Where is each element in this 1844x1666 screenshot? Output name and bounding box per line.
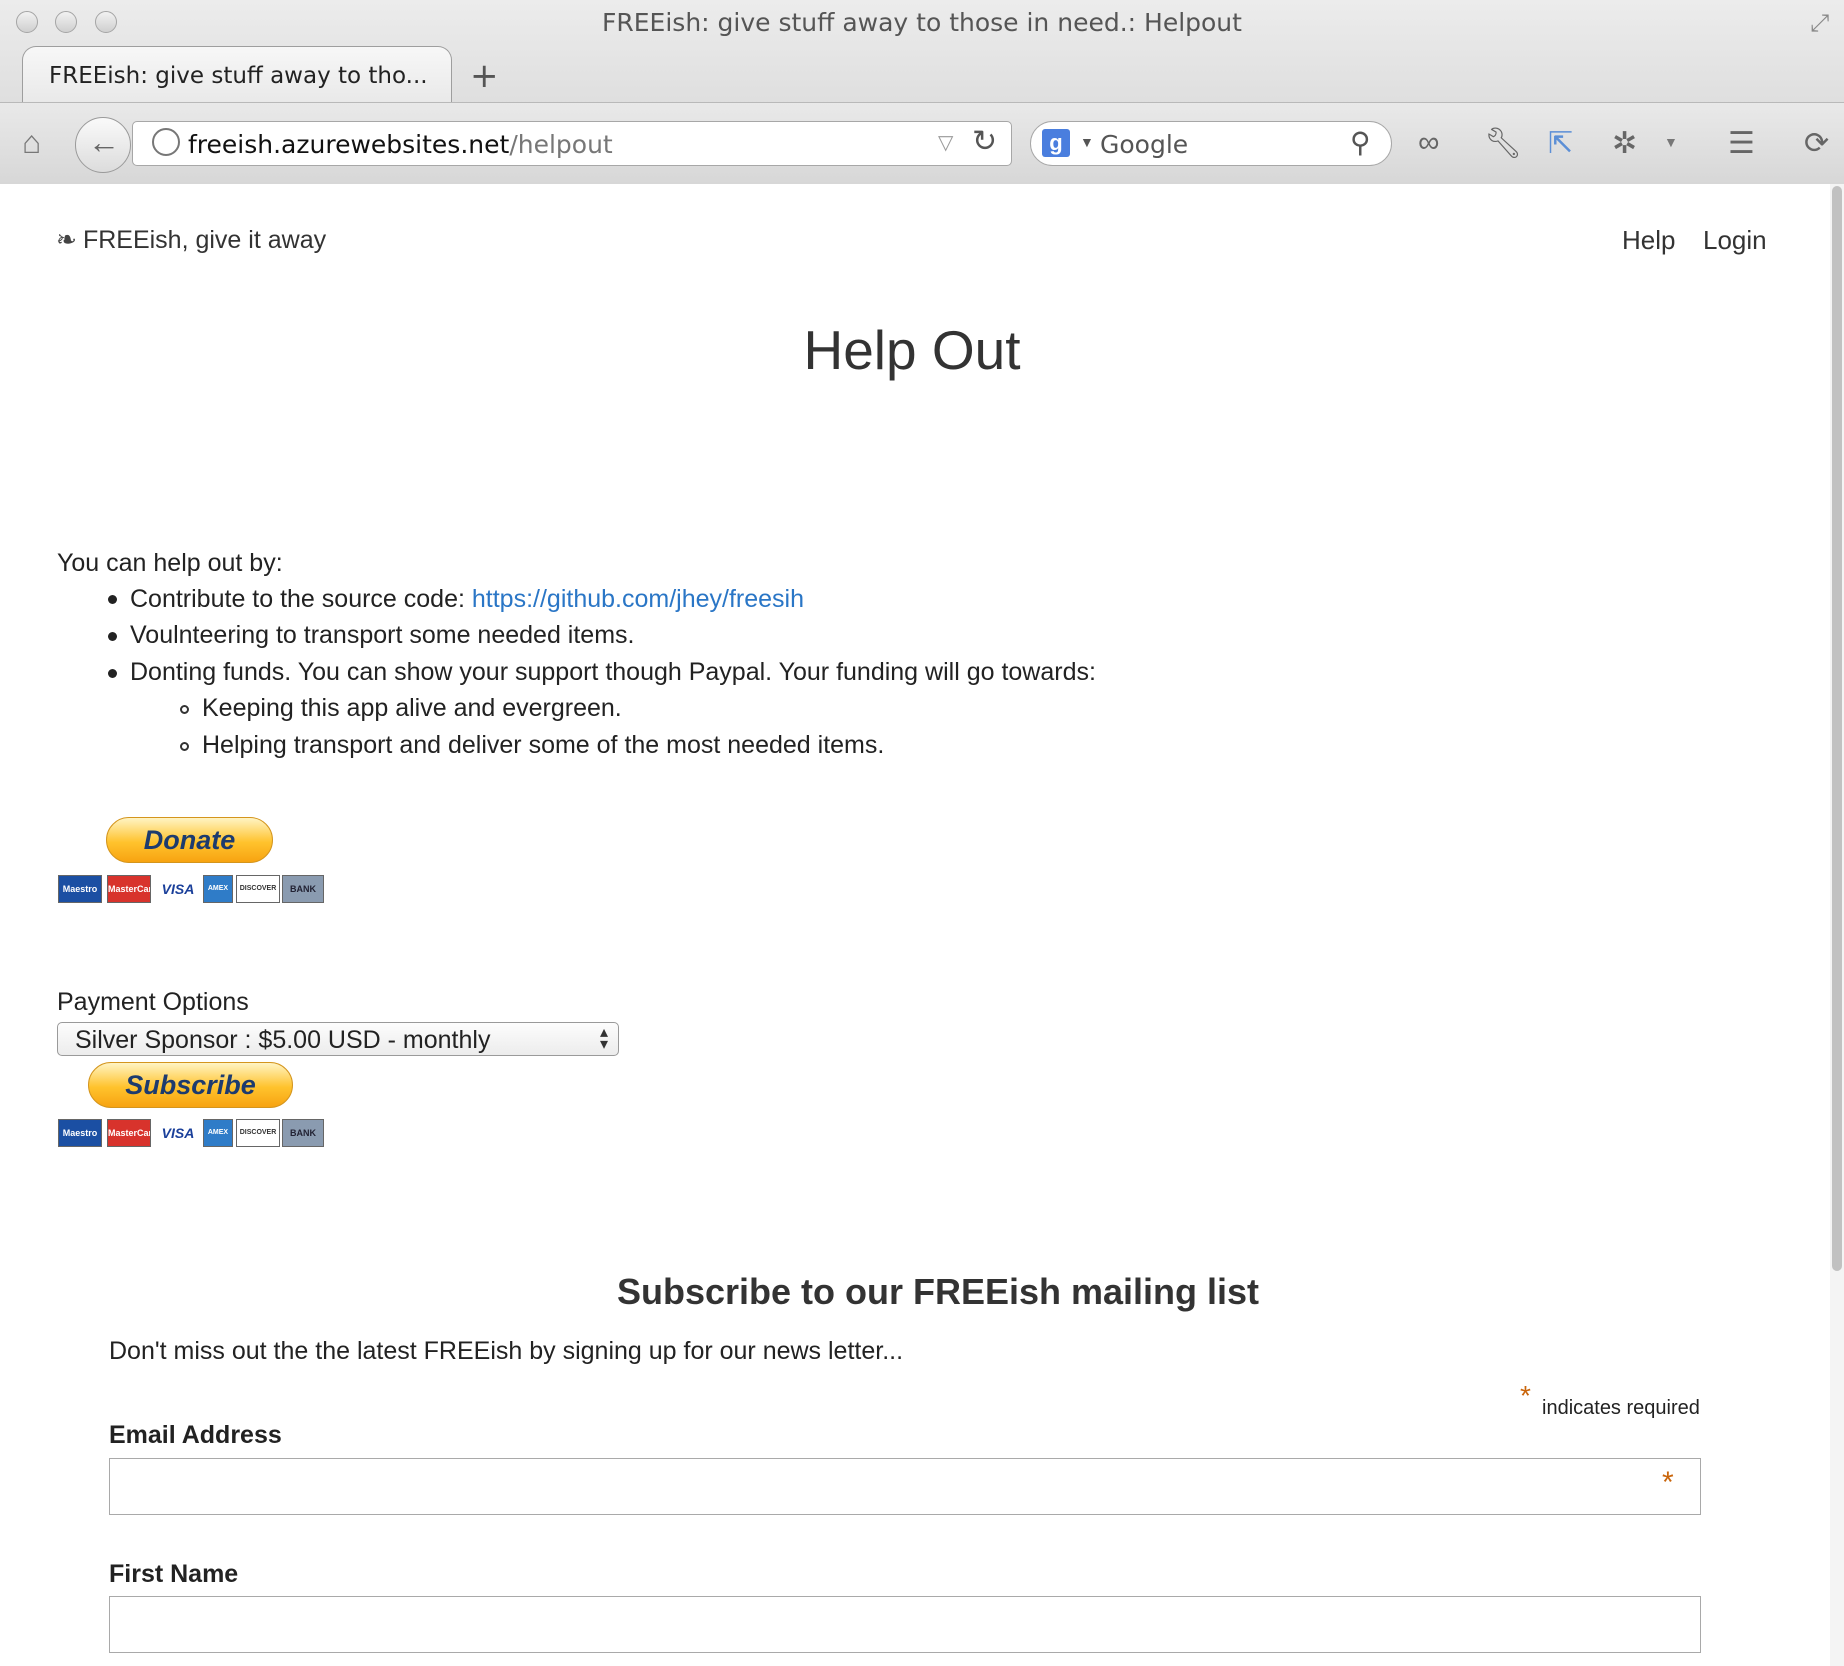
window-titlebar: FREEish: give stuff away to those in nee…: [0, 0, 1844, 46]
sub-bullet-icon: [180, 742, 189, 751]
browser-tab[interactable]: FREEish: give stuff away to tho...: [22, 46, 452, 103]
github-link[interactable]: https://github.com/jhey/freesih: [472, 585, 804, 613]
payment-cards: Maestro MasterCard VISA AMEX DISCOVER BA…: [58, 1119, 324, 1147]
first-name-field[interactable]: [109, 1596, 1701, 1653]
page-title: Help Out: [803, 319, 1021, 381]
list-item: Contribute to the source code: https://g…: [130, 585, 804, 613]
mask-icon[interactable]: ∞: [1418, 126, 1439, 160]
list-item: Voulnteering to transport some needed it…: [130, 621, 635, 649]
visa-icon: VISA: [156, 875, 200, 903]
new-tab-button[interactable]: +: [470, 56, 499, 96]
dropdown-icon[interactable]: ▽: [938, 130, 953, 155]
bullet-icon: [108, 632, 117, 641]
google-icon[interactable]: g: [1042, 129, 1070, 157]
sub-list-item: Keeping this app alive and evergreen.: [202, 694, 622, 722]
sub-bullet-icon: [180, 705, 189, 714]
sub-list-item: Helping transport and deliver some of th…: [202, 731, 885, 759]
cursor-icon[interactable]: ⇱: [1548, 126, 1573, 161]
back-icon: ←: [88, 124, 120, 160]
discover-icon: DISCOVER: [236, 875, 280, 903]
globe-icon: [152, 128, 180, 156]
home-icon[interactable]: ⌂: [22, 124, 41, 161]
list-item: Donting funds. You can show your support…: [130, 658, 1096, 686]
visa-icon: VISA: [156, 1119, 200, 1147]
subscribe-button[interactable]: Subscribe: [88, 1062, 293, 1108]
brand-label: FREEish, give it away: [82, 226, 327, 254]
email-label: Email Address: [109, 1421, 282, 1449]
payment-options-select[interactable]: Silver Sponsor : $5.00 USD - monthly ▴ ▾: [57, 1022, 619, 1056]
scrollbar-thumb[interactable]: [1832, 186, 1842, 1271]
tab-label: FREEish: give stuff away to tho...: [49, 63, 428, 89]
window-title: FREEish: give stuff away to those in nee…: [602, 8, 1242, 37]
first-name-label: First Name: [109, 1560, 239, 1588]
url-path: /helpout: [509, 130, 613, 159]
puzzle-icon[interactable]: ✲: [1612, 126, 1637, 161]
menu-icon[interactable]: ☰: [1728, 126, 1755, 161]
back-button[interactable]: ←: [75, 117, 131, 173]
nav-link-help[interactable]: Help: [1622, 225, 1675, 256]
url-text[interactable]: freeish.azurewebsites.net/helpout: [188, 130, 613, 159]
bullet-icon: [108, 669, 117, 678]
url-host: freeish.azurewebsites.net: [188, 130, 510, 159]
fullscreen-icon[interactable]: ⤢: [1810, 10, 1829, 38]
email-required-asterisk: *: [1662, 1466, 1674, 1499]
select-arrows-icon: ▴ ▾: [599, 1024, 608, 1053]
leaf-icon: ❧: [56, 226, 77, 254]
bank-icon: BANK: [282, 875, 324, 903]
toolbar-overflow-icon[interactable]: ▼: [1664, 134, 1678, 150]
mastercard-icon: MasterCard: [107, 1119, 151, 1147]
wrench-icon[interactable]: 🔧︎: [1484, 126, 1522, 161]
maestro-card-icon: Maestro: [58, 875, 102, 903]
email-field[interactable]: [109, 1458, 1701, 1515]
discover-icon: DISCOVER: [236, 1119, 280, 1147]
search-input[interactable]: Google: [1100, 130, 1188, 159]
nav-link-login[interactable]: Login: [1703, 225, 1767, 256]
payment-cards: Maestro MasterCard VISA AMEX DISCOVER BA…: [58, 875, 324, 903]
maestro-card-icon: Maestro: [58, 1119, 102, 1147]
required-note: indicates required: [1542, 1397, 1700, 1419]
donate-button[interactable]: Donate: [106, 817, 273, 863]
reload-icon[interactable]: ↻: [972, 124, 997, 159]
engine-dropdown-icon[interactable]: ▼: [1080, 134, 1094, 150]
payment-options-label: Payment Options: [57, 988, 249, 1016]
amex-icon: AMEX: [203, 875, 233, 903]
required-asterisk: *: [1520, 1380, 1531, 1411]
mastercard-icon: MasterCard: [107, 875, 151, 903]
bank-icon: BANK: [282, 1119, 324, 1147]
mailing-list-subtitle: Don't miss out the the latest FREEish by…: [109, 1337, 904, 1365]
amex-icon: AMEX: [203, 1119, 233, 1147]
sync-icon[interactable]: ⟳: [1804, 126, 1829, 161]
browser-chrome: FREEish: give stuff away to those in nee…: [0, 0, 1844, 184]
bullet-icon: [108, 595, 117, 604]
brand-link[interactable]: ❧ FREEish, give it away: [56, 225, 326, 255]
search-icon[interactable]: ⚲: [1350, 126, 1371, 159]
mailing-list-title: Subscribe to our FREEish mailing list: [616, 1271, 1260, 1312]
intro-text: You can help out by:: [57, 549, 283, 577]
payment-selected-value: Silver Sponsor : $5.00 USD - monthly: [75, 1026, 491, 1054]
